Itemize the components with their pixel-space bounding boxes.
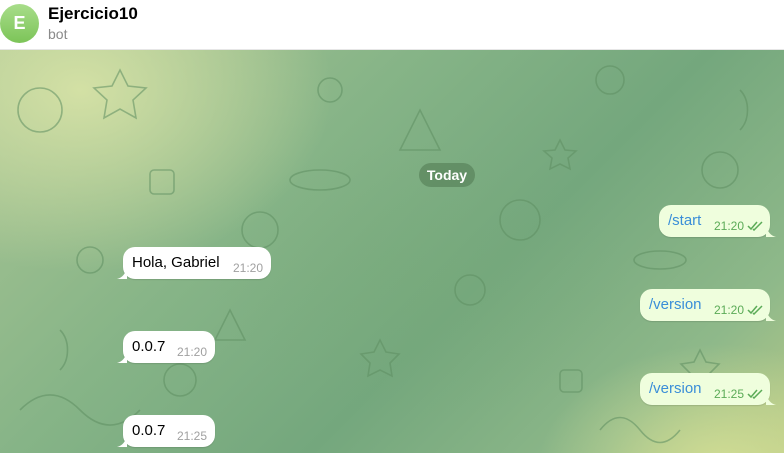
outgoing-message[interactable]: /version 21:25 — [640, 373, 776, 405]
incoming-message[interactable]: Hola, Gabriel 21:20 — [117, 247, 271, 279]
command-link[interactable]: /version — [649, 296, 702, 313]
bubble-tail — [117, 351, 127, 363]
message-list[interactable]: Today /start 21:20 Hola, Gabriel 21:20 /… — [0, 50, 784, 453]
message-text: 0.0.7 — [132, 422, 166, 439]
message-text: Hola, Gabriel — [132, 254, 220, 271]
message-text: 0.0.7 — [132, 338, 166, 355]
message-time: 21:20 — [232, 261, 263, 275]
message-time: 21:20 — [176, 345, 207, 359]
bubble-tail — [766, 393, 776, 405]
command-link[interactable]: /version — [649, 380, 702, 397]
message-time: 21:20 — [713, 303, 744, 317]
outgoing-message[interactable]: /version 21:20 — [640, 289, 776, 321]
bubble-tail — [766, 225, 776, 237]
bubble-tail — [766, 309, 776, 321]
avatar-letter: E — [13, 13, 26, 33]
message-time: 21:25 — [713, 387, 744, 401]
chat-header: E Ejercicio10 bot — [0, 0, 784, 50]
outgoing-message[interactable]: /start 21:20 — [659, 205, 776, 237]
double-check-icon — [747, 389, 763, 399]
incoming-message[interactable]: 0.0.7 21:25 — [117, 415, 215, 447]
chat-avatar[interactable]: E — [0, 4, 39, 43]
date-separator: Today — [419, 163, 475, 187]
chat-subtitle: bot — [48, 26, 68, 42]
message-time: 21:25 — [176, 429, 207, 443]
message-time: 21:20 — [713, 219, 744, 233]
incoming-message[interactable]: 0.0.7 21:20 — [117, 331, 215, 363]
bubble-tail — [117, 435, 127, 447]
bubble-tail — [117, 267, 127, 279]
chat-title[interactable]: Ejercicio10 — [48, 4, 138, 24]
double-check-icon — [747, 305, 763, 315]
command-link[interactable]: /start — [668, 212, 701, 229]
double-check-icon — [747, 221, 763, 231]
